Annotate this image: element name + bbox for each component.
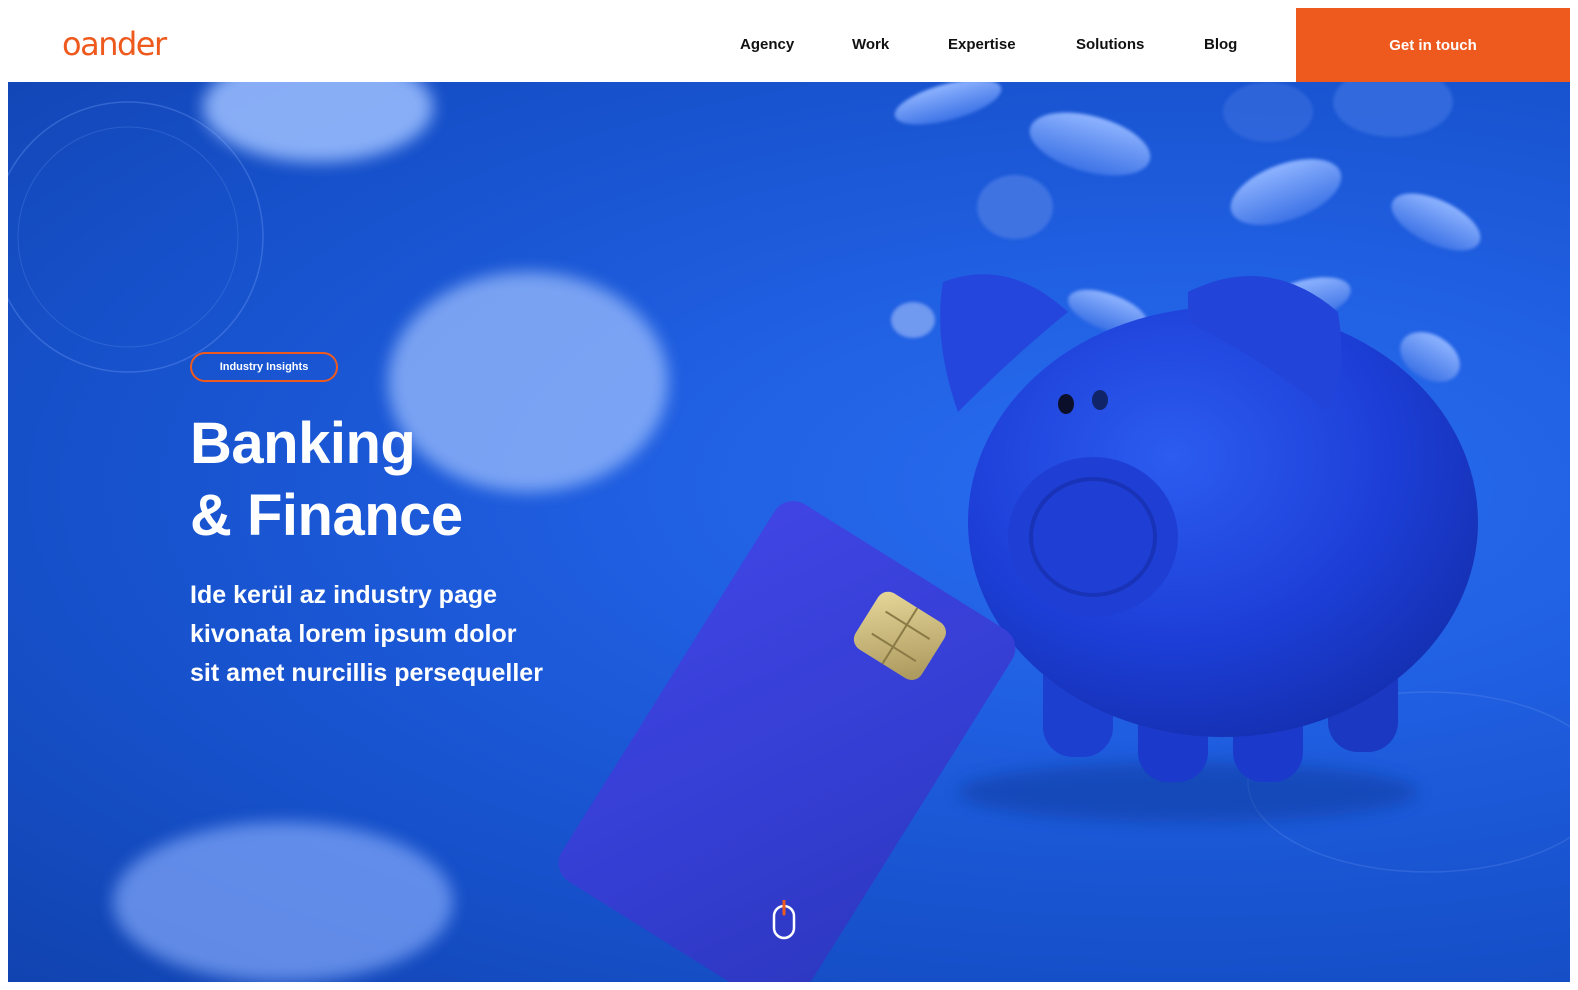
site-header: oander Agency Work Expertise Solutions B… [8,8,1570,82]
nav-work[interactable]: Work [852,36,889,54]
hero-subtitle: Ide kerül az industry page kivonata lore… [190,576,610,693]
nav-solutions[interactable]: Solutions [1076,36,1144,54]
nav-agency[interactable]: Agency [740,36,794,54]
hero-title-line-1: Banking [190,411,416,476]
hero-title-line-2: & Finance [190,483,463,548]
hero-section: Industry Insights Banking & Finance Ide … [8,82,1570,982]
mouse-scroll-icon[interactable] [772,900,796,940]
industry-insights-badge[interactable]: Industry Insights [190,352,338,382]
hero-title: Banking & Finance [190,408,690,552]
hero-subtitle-line-2: kivonata lorem ipsum dolor [190,620,517,648]
hero-subtitle-line-3: sit amet nurcillis persequeller [190,659,543,687]
hero-subtitle-line-1: Ide kerül az industry page [190,581,498,609]
nav-expertise[interactable]: Expertise [948,36,1016,54]
get-in-touch-button[interactable]: Get in touch [1296,8,1570,82]
nav-blog[interactable]: Blog [1204,36,1237,54]
piggy-bank-illustration [940,274,1478,822]
